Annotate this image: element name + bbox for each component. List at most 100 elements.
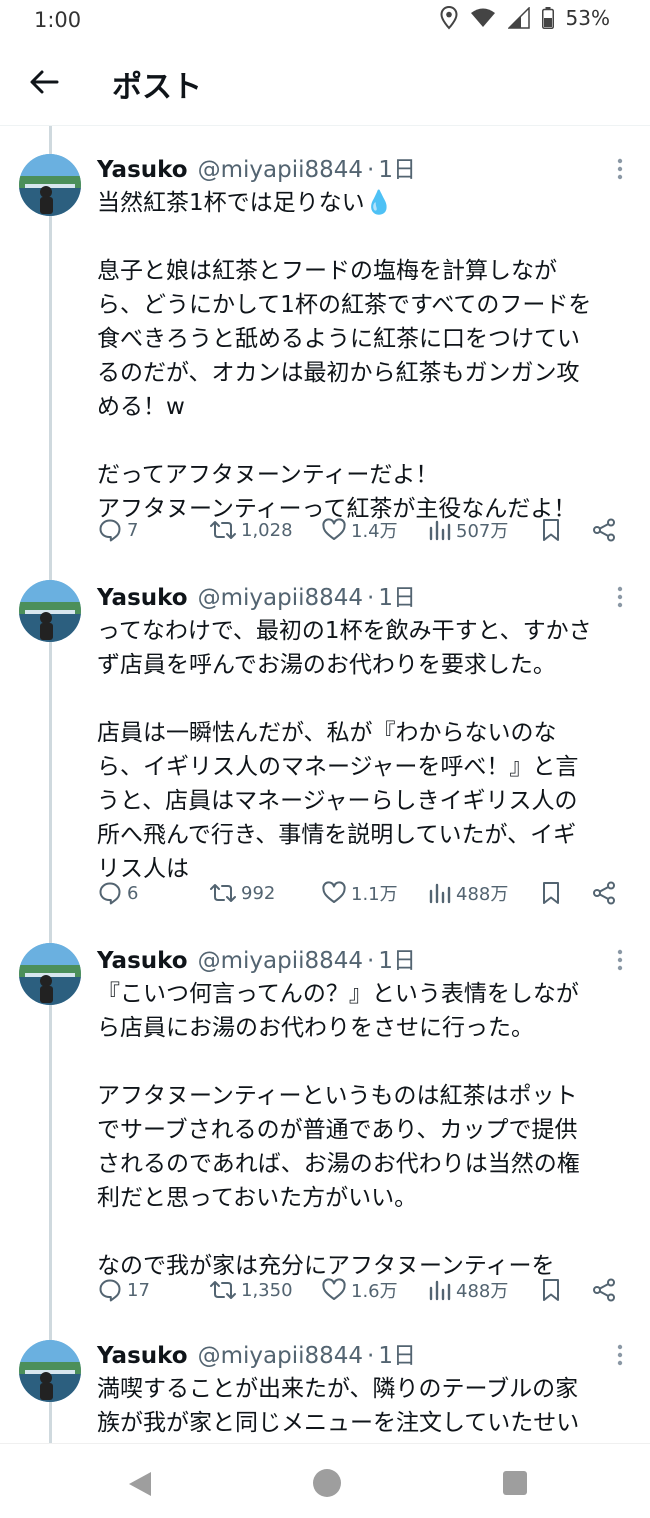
user-handle[interactable]: @miyapii8844 bbox=[198, 585, 363, 611]
view-count: 488万 bbox=[456, 1281, 509, 1302]
repost-button[interactable]: 1,350 bbox=[209, 1277, 293, 1303]
like-count: 1.6万 bbox=[351, 1281, 398, 1302]
like-button[interactable]: 1.1万 bbox=[321, 880, 398, 906]
back-button[interactable] bbox=[26, 64, 62, 100]
views-button[interactable]: 488万 bbox=[428, 1277, 508, 1303]
reply-button[interactable]: 17 bbox=[97, 1277, 150, 1303]
wifi-icon bbox=[470, 7, 496, 29]
views-button[interactable]: 507万 bbox=[428, 517, 508, 543]
more-options-icon[interactable] bbox=[610, 1340, 630, 1370]
tweet-actions: 7 1,028 1.4万 507万 bbox=[97, 517, 627, 551]
repost-button[interactable]: 992 bbox=[209, 880, 275, 906]
user-name[interactable]: Yasuko bbox=[97, 1343, 188, 1369]
arrow-left-icon bbox=[26, 70, 62, 104]
status-time: 1:00 bbox=[34, 8, 82, 32]
repost-count: 1,350 bbox=[241, 1279, 293, 1301]
tweet-text: 満喫することが出来たが、隣りのテーブルの家 族が我が家と同じメニューを注文してい… bbox=[97, 1376, 580, 1436]
nav-home-icon[interactable] bbox=[313, 1469, 341, 1497]
user-name[interactable]: Yasuko bbox=[97, 948, 188, 974]
nav-recents-icon[interactable] bbox=[503, 1471, 527, 1495]
reply-count: 6 bbox=[127, 882, 139, 904]
thread: Yasuko @miyapii8844 · 1日 当然紅茶1杯では足りない💧 息… bbox=[0, 126, 650, 1443]
tweet[interactable]: Yasuko @miyapii8844 · 1日 『こいつ何言ってんの？』という… bbox=[0, 941, 650, 1326]
bookmark-button[interactable] bbox=[539, 880, 563, 906]
view-count: 507万 bbox=[456, 521, 509, 542]
system-nav-bar bbox=[0, 1443, 650, 1518]
bookmark-button[interactable] bbox=[539, 1277, 563, 1303]
analytics-icon bbox=[428, 880, 452, 906]
tweet-header: Yasuko @miyapii8844 · 1日 bbox=[97, 150, 416, 186]
share-icon bbox=[591, 517, 617, 543]
separator-dot: · bbox=[367, 948, 375, 974]
repost-count: 992 bbox=[241, 882, 276, 904]
separator-dot: · bbox=[367, 585, 375, 611]
more-options-icon[interactable] bbox=[610, 154, 630, 184]
user-name[interactable]: Yasuko bbox=[97, 157, 188, 183]
separator-dot: · bbox=[367, 1343, 375, 1369]
like-count: 1.1万 bbox=[351, 884, 398, 905]
page-title: ポスト bbox=[112, 70, 202, 105]
bookmark-icon bbox=[539, 1277, 563, 1303]
tweet-time[interactable]: 1日 bbox=[378, 941, 416, 975]
tweet[interactable]: Yasuko @miyapii8844 · 1日 当然紅茶1杯では足りない💧 息… bbox=[0, 150, 650, 570]
more-options-icon[interactable] bbox=[610, 945, 630, 975]
status-bar: 1:00 53% bbox=[0, 0, 650, 40]
repost-button[interactable]: 1,028 bbox=[209, 517, 293, 543]
reply-button[interactable]: 7 bbox=[97, 517, 138, 543]
avatar[interactable] bbox=[19, 154, 81, 216]
share-icon bbox=[591, 1277, 617, 1303]
tweet-header: Yasuko @miyapii8844 · 1日 bbox=[97, 941, 416, 977]
reply-button[interactable]: 6 bbox=[97, 880, 138, 906]
views-button[interactable]: 488万 bbox=[428, 880, 508, 906]
tweet-time[interactable]: 1日 bbox=[378, 150, 416, 184]
reply-icon bbox=[97, 517, 123, 543]
tweet[interactable]: Yasuko @miyapii8844 · 1日 ってなわけで、最初の1杯を飲み… bbox=[0, 578, 650, 928]
tweet[interactable]: Yasuko @miyapii8844 · 1日 満喫することが出来たが、隣りの… bbox=[0, 1336, 650, 1443]
location-icon bbox=[440, 6, 458, 30]
analytics-icon bbox=[428, 517, 452, 543]
header: ポスト bbox=[0, 40, 650, 126]
view-count: 488万 bbox=[456, 884, 509, 905]
heart-icon bbox=[321, 517, 347, 543]
bookmark-icon bbox=[539, 517, 563, 543]
like-button[interactable]: 1.4万 bbox=[321, 517, 398, 543]
avatar[interactable] bbox=[19, 1340, 81, 1402]
avatar[interactable] bbox=[19, 580, 81, 642]
tweet-time[interactable]: 1日 bbox=[378, 1336, 416, 1370]
tweet-header: Yasuko @miyapii8844 · 1日 bbox=[97, 1336, 416, 1372]
analytics-icon bbox=[428, 1277, 452, 1303]
share-button[interactable] bbox=[591, 1277, 617, 1303]
battery-icon bbox=[541, 7, 554, 29]
tweet-text: 『こいつ何言ってんの？』という表情をしなが ら店員にお湯のお代わりをさせに行った… bbox=[97, 981, 580, 1279]
separator-dot: · bbox=[367, 157, 375, 183]
repost-icon bbox=[209, 1277, 237, 1303]
like-count: 1.4万 bbox=[351, 521, 398, 542]
share-button[interactable] bbox=[591, 880, 617, 906]
repost-count: 1,028 bbox=[241, 519, 293, 541]
signal-icon bbox=[507, 7, 530, 29]
bookmark-button[interactable] bbox=[539, 517, 563, 543]
user-name[interactable]: Yasuko bbox=[97, 585, 188, 611]
nav-back-icon[interactable] bbox=[127, 1470, 153, 1502]
bookmark-icon bbox=[539, 880, 563, 906]
share-icon bbox=[591, 880, 617, 906]
tweet-header: Yasuko @miyapii8844 · 1日 bbox=[97, 578, 416, 614]
tweet-actions: 17 1,350 1.6万 488万 bbox=[97, 1277, 627, 1311]
tweet-time[interactable]: 1日 bbox=[378, 578, 416, 612]
more-options-icon[interactable] bbox=[610, 582, 630, 612]
tweet-text: 当然紅茶1杯では足りない💧 息子と娘は紅茶とフードの塩梅を計算しなが ら、どうに… bbox=[97, 190, 592, 522]
avatar[interactable] bbox=[19, 943, 81, 1005]
reply-icon bbox=[97, 880, 123, 906]
heart-icon bbox=[321, 880, 347, 906]
reply-icon bbox=[97, 1277, 123, 1303]
tweet-text: ってなわけで、最初の1杯を飲み干すと、すかさ ず店員を呼んでお湯のお代わりを要求… bbox=[97, 618, 592, 882]
like-button[interactable]: 1.6万 bbox=[321, 1277, 398, 1303]
tweet-actions: 6 992 1.1万 488万 bbox=[97, 880, 627, 914]
repost-icon bbox=[209, 880, 237, 906]
share-button[interactable] bbox=[591, 517, 617, 543]
reply-count: 7 bbox=[127, 519, 139, 541]
user-handle[interactable]: @miyapii8844 bbox=[198, 948, 363, 974]
user-handle[interactable]: @miyapii8844 bbox=[198, 1343, 363, 1369]
user-handle[interactable]: @miyapii8844 bbox=[198, 157, 363, 183]
battery-percent: 53% bbox=[565, 6, 610, 30]
